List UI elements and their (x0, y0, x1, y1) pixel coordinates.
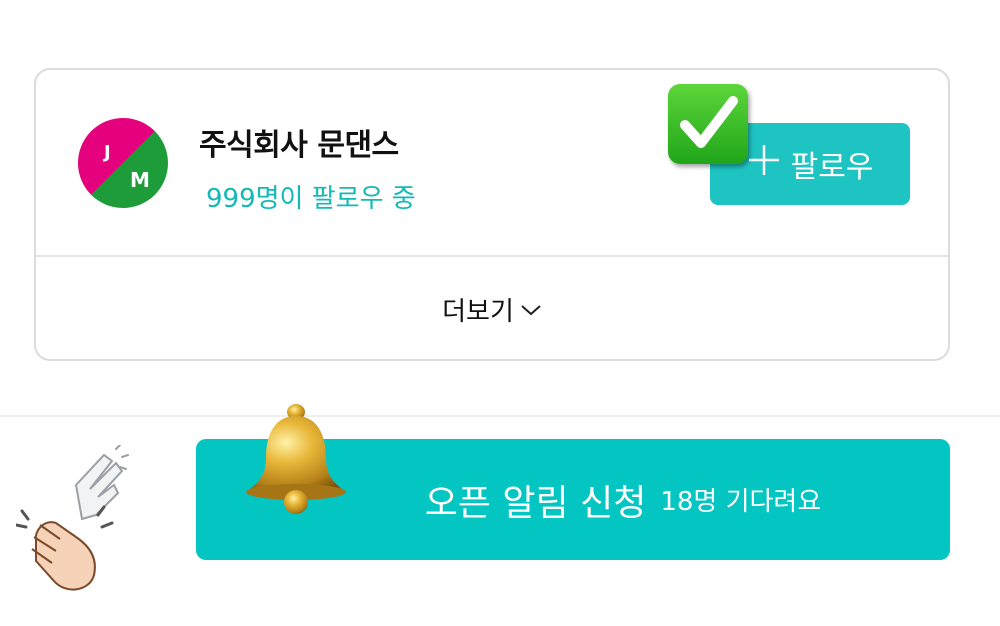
company-page: J M 주식회사 문댄스 999명이 팔로우 중 팔로우 더보기 오픈 알림 신… (0, 0, 1000, 626)
plus-icon (747, 142, 781, 186)
follow-button-label: 팔로우 (790, 150, 874, 185)
bell-icon (246, 404, 346, 514)
section-divider (0, 415, 1000, 417)
logo-letter-j: J (104, 142, 111, 163)
check-mark-icon (668, 84, 748, 164)
company-card: J M 주식회사 문댄스 999명이 팔로우 중 팔로우 더보기 (34, 68, 950, 361)
chevron-down-icon (520, 294, 542, 324)
logo-letter-m: M (130, 168, 150, 192)
waiting-count: 18명 기다려요 (660, 487, 822, 517)
follower-count: 999명이 팔로우 중 (206, 184, 416, 214)
more-label: 더보기 (442, 296, 514, 327)
more-button[interactable]: 더보기 (36, 257, 948, 361)
open-notification-label: 오픈 알림 신청 (424, 482, 647, 524)
company-name[interactable]: 주식회사 문댄스 (199, 120, 399, 164)
company-card-header: J M 주식회사 문댄스 999명이 팔로우 중 팔로우 (36, 70, 948, 257)
clapping-hands-icon (16, 445, 129, 591)
company-logo[interactable]: J M (78, 118, 168, 208)
